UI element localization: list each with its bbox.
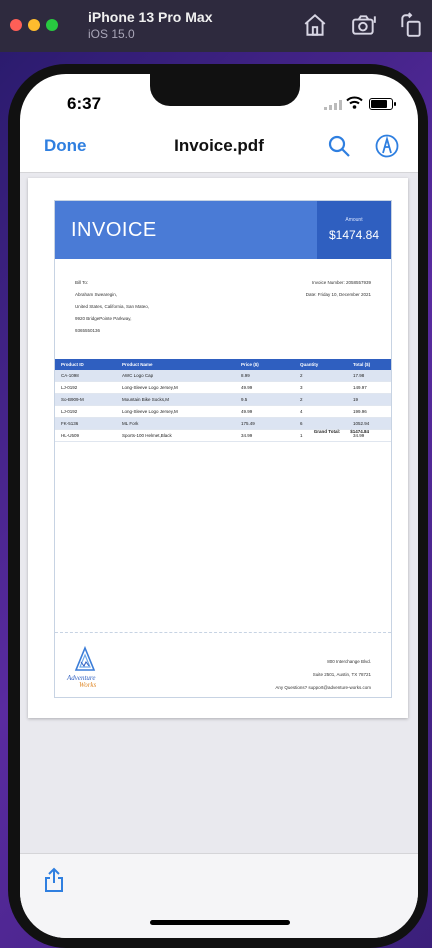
invoice-number: Invoice Number: 2058557939 — [311, 280, 371, 285]
invoice-title: INVOICE — [71, 219, 157, 241]
phone-screen: 6:37 Done Invoice.pdf INVOICE Amount $14 — [20, 74, 418, 938]
amount-label: Amount — [345, 217, 363, 223]
table-cell: 17.98 — [347, 370, 391, 382]
table-cell: LJ-0192 — [55, 405, 116, 418]
table-cell: AWC Logo Cap — [116, 370, 235, 382]
address-line-1: 800 Interchange Blvd. — [327, 659, 371, 664]
document-title: Invoice.pdf — [174, 136, 264, 155]
pdf-page: INVOICE Amount $1474.84 Bill To: Abraham… — [28, 178, 408, 718]
grand-total-label: Grand Total: — [313, 429, 341, 434]
col-total: Total ($) — [347, 359, 391, 370]
invoice-header: INVOICE — [55, 201, 317, 259]
table-cell: 1052.94 — [347, 417, 391, 430]
table-row: CA-1098 AWC Logo Cap 8.99 2 17.98 — [55, 370, 391, 382]
markup-pen-icon[interactable] — [375, 134, 399, 158]
logo-text-works: Works — [79, 681, 97, 689]
customer-phone: 9365550136 — [75, 328, 101, 333]
table-cell: 4 — [294, 405, 347, 418]
address-line-2: Suite 2501, Austin, TX 78721 — [312, 672, 371, 677]
bill-to-label: Bill To: — [75, 280, 89, 285]
bottom-toolbar — [20, 853, 418, 938]
os-version: iOS 15.0 — [88, 27, 135, 41]
cellular-signal-icon — [324, 100, 342, 110]
table-cell: 3 — [294, 381, 347, 394]
rotate-icon[interactable] — [398, 12, 424, 38]
home-icon[interactable] — [302, 12, 328, 38]
table-cell: Mountain Bike Socks,M — [116, 393, 235, 406]
table-cell: 175.49 — [235, 417, 294, 430]
invoice-document: INVOICE Amount $1474.84 Bill To: Abraham… — [54, 200, 392, 698]
col-product-name: Product Name — [116, 359, 235, 370]
navigation-bar: Done Invoice.pdf — [20, 130, 418, 174]
bill-to-block: Bill To: Abraham Swearegin, United State… — [75, 277, 149, 337]
table-cell: 34.99 — [235, 429, 294, 442]
table-cell: 8.99 — [235, 370, 294, 382]
wifi-icon — [346, 96, 363, 109]
col-quantity: Quantity — [294, 359, 347, 370]
table-row: LJ-0192 Long-Sleeve Logo Jersey,M 49.99 … — [55, 381, 391, 394]
customer-street: 9920 BridgePointe Parkway, — [75, 316, 132, 321]
table-cell: 49.99 — [235, 405, 294, 418]
device-name: iPhone 13 Pro Max — [88, 9, 213, 25]
amount-box: Amount $1474.84 — [317, 201, 391, 259]
home-indicator[interactable] — [150, 920, 290, 925]
adventure-works-logo: Adventure Works — [65, 645, 121, 690]
table-row: So-B909-M Mountain Bike Socks,M 9.5 2 19 — [55, 393, 391, 406]
table-cell: 199.96 — [347, 405, 391, 418]
customer-region: United States, California, San Mateo, — [75, 304, 150, 309]
table-cell: Sports-100 Helmet,Black — [116, 429, 235, 442]
table-cell: 149.97 — [347, 381, 391, 394]
col-product-id: Product ID — [55, 359, 116, 370]
footer-divider — [55, 632, 391, 633]
table-cell: 2 — [294, 370, 347, 382]
amount-value: $1474.84 — [328, 228, 380, 242]
table-header-row: Product ID Product Name Price ($) Quanti… — [55, 359, 391, 370]
table-row: LJ-0192 Long-Sleeve Logo Jersey,M 49.99 … — [55, 405, 391, 418]
close-window-button[interactable] — [10, 19, 22, 31]
notch — [150, 74, 300, 106]
pdf-viewer[interactable]: INVOICE Amount $1474.84 Bill To: Abraham… — [20, 173, 418, 853]
minimize-window-button[interactable] — [28, 19, 40, 31]
table-row: FK-5136 ML Fork 175.49 6 1052.94 — [55, 417, 391, 430]
table-cell: ML Fork — [116, 417, 235, 430]
table-cell: Long-Sleeve Logo Jersey,M — [116, 405, 235, 418]
table-cell: FK-5136 — [55, 417, 116, 430]
table-cell: CA-1098 — [55, 370, 116, 382]
share-icon[interactable] — [42, 867, 66, 893]
zoom-window-button[interactable] — [46, 19, 58, 31]
table-cell: LJ-0192 — [55, 381, 116, 394]
table-cell: Long-Sleeve Logo Jersey,M — [116, 381, 235, 394]
table-cell: 9.5 — [235, 393, 294, 406]
invoice-meta: Invoice Number: 2058557939 Date: Friday … — [306, 277, 371, 301]
table-cell: HL-U509 — [55, 429, 116, 442]
table-cell: So-B909-M — [55, 393, 116, 406]
table-cell: 6 — [294, 417, 347, 430]
table-cell: 19 — [347, 393, 391, 406]
grand-total: Grand Total: $1474.84 — [304, 429, 369, 434]
status-time: 6:37 — [67, 94, 102, 113]
simulator-titlebar: iPhone 13 Pro Max iOS 15.0 — [0, 0, 432, 52]
battery-icon — [369, 98, 396, 110]
col-price: Price ($) — [235, 359, 294, 370]
table-cell: 2 — [294, 393, 347, 406]
search-icon[interactable] — [327, 134, 351, 158]
table-cell: 49.99 — [235, 381, 294, 394]
support-contact: Any Questions? support@adventure-works.c… — [275, 685, 371, 690]
screenshot-icon[interactable] — [351, 12, 377, 38]
customer-name: Abraham Swearegin, — [75, 292, 118, 297]
grand-total-value: $1474.84 — [350, 429, 369, 434]
invoice-date: Date: Friday 10, December 2021 — [305, 292, 371, 297]
company-address: 800 Interchange Blvd. Suite 2501, Austin… — [275, 655, 371, 694]
